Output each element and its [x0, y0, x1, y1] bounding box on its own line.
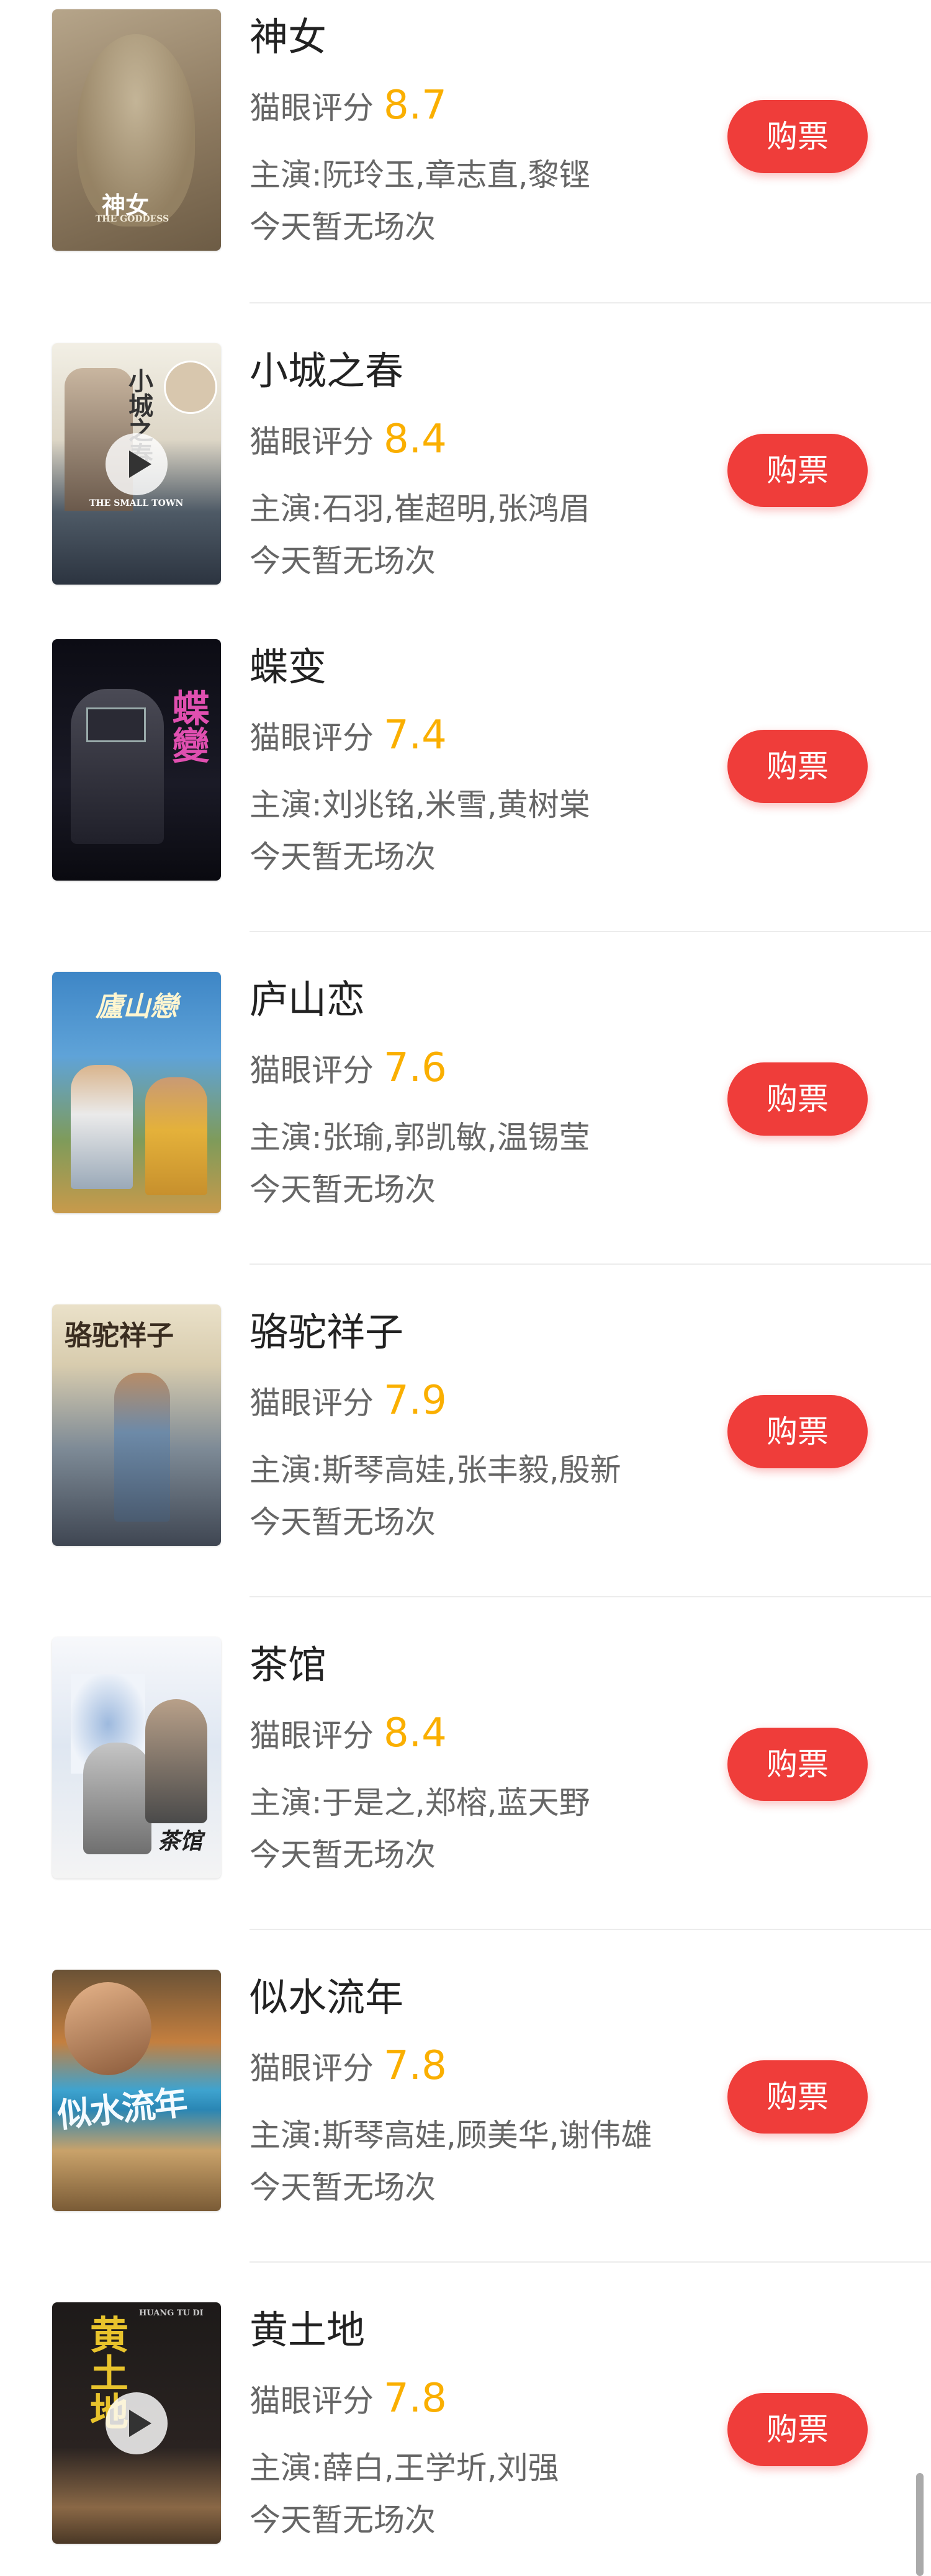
divider	[250, 2261, 931, 2263]
movie-cast: 主演:斯琴高娃,顾美华,谢伟雄	[250, 2117, 652, 2153]
buy-ticket-button[interactable]: 购票	[727, 2393, 868, 2466]
movie-cast: 主演:薛白,王学圻,刘强	[250, 2450, 559, 2486]
play-icon[interactable]	[106, 2392, 168, 2454]
movie-title[interactable]: 黄土地	[250, 2308, 365, 2353]
movie-cast: 主演:石羽,崔超明,张鸿眉	[250, 491, 590, 527]
movie-cast: 主演:斯琴高娃,张丰毅,殷新	[250, 1452, 621, 1488]
score-value: 7.8	[384, 2376, 447, 2421]
divider	[250, 1263, 931, 1265]
buy-ticket-button[interactable]: 购票	[727, 434, 868, 507]
movie-poster[interactable]: 茶馆	[52, 1637, 221, 1878]
play-icon[interactable]	[106, 433, 168, 495]
buy-ticket-button[interactable]: 购票	[727, 1728, 868, 1801]
buy-ticket-button[interactable]: 购票	[727, 1395, 868, 1468]
score-label: 猫眼评分	[250, 720, 374, 756]
buy-ticket-button[interactable]: 购票	[727, 100, 868, 173]
score-label: 猫眼评分	[250, 1718, 374, 1754]
poster-subtitle: THE SMALL TOWN	[89, 498, 184, 508]
score-row: 猫眼评分 7.4	[250, 716, 447, 756]
poster-subtitle: HUANG TU DI	[139, 2309, 204, 2318]
poster-title: 骆驼祥子	[65, 1320, 174, 1352]
showtime-status: 今天暂无场次	[250, 1172, 436, 1208]
score-value: 8.4	[384, 1710, 447, 1756]
movie-cast: 主演:于是之,郑榕,蓝天野	[250, 1785, 590, 1821]
divider	[250, 1929, 931, 1930]
score-value: 8.4	[384, 416, 447, 462]
showtime-status: 今天暂无场次	[250, 2502, 436, 2538]
poster-title: 廬山戀	[96, 991, 178, 1023]
score-value: 7.4	[384, 712, 447, 758]
movie-poster[interactable]: 小城之春 THE SMALL TOWN	[52, 343, 221, 585]
movie-poster[interactable]: 廬山戀	[52, 972, 221, 1213]
movie-cast: 主演:张瑜,郭凯敏,温锡莹	[250, 1120, 590, 1156]
movie-poster[interactable]: 神女 THE GODDESS	[52, 9, 221, 251]
score-row: 猫眼评分 7.6	[250, 1048, 447, 1089]
showtime-status: 今天暂无场次	[250, 1837, 436, 1873]
movie-poster[interactable]: 蝶變	[52, 639, 221, 881]
movie-title[interactable]: 神女	[250, 15, 326, 60]
score-label: 猫眼评分	[250, 2383, 374, 2419]
score-label: 猫眼评分	[250, 424, 374, 460]
score-value: 7.8	[384, 2043, 447, 2089]
score-row: 猫眼评分 7.8	[250, 2379, 447, 2420]
movie-poster[interactable]: 骆驼祥子	[52, 1304, 221, 1546]
movie-title[interactable]: 茶馆	[250, 1643, 326, 1687]
buy-ticket-button[interactable]: 购票	[727, 1062, 868, 1136]
showtime-status: 今天暂无场次	[250, 1504, 436, 1540]
movie-cast: 主演:刘兆铭,米雪,黄树棠	[250, 787, 590, 823]
showtime-status: 今天暂无场次	[250, 543, 436, 579]
score-row: 猫眼评分 8.4	[250, 420, 447, 460]
buy-ticket-button[interactable]: 购票	[727, 730, 868, 803]
showtime-status: 今天暂无场次	[250, 839, 436, 875]
divider	[250, 1596, 931, 1597]
score-value: 7.6	[384, 1045, 447, 1091]
movie-title[interactable]: 骆驼祥子	[250, 1310, 403, 1355]
movie-title[interactable]: 小城之春	[250, 349, 403, 393]
score-row: 猫眼评分 8.7	[250, 86, 447, 127]
movie-title[interactable]: 似水流年	[250, 1975, 403, 2020]
score-value: 7.9	[384, 1378, 447, 1424]
poster-subtitle: THE GODDESS	[96, 214, 169, 224]
score-row: 猫眼评分 8.4	[250, 1713, 447, 1754]
scrollbar[interactable]	[916, 2473, 924, 2576]
buy-ticket-button[interactable]: 购票	[727, 2060, 868, 2134]
score-value: 8.7	[384, 83, 447, 128]
score-label: 猫眼评分	[250, 1052, 374, 1088]
movie-title[interactable]: 庐山恋	[250, 977, 365, 1022]
showtime-status: 今天暂无场次	[250, 209, 436, 245]
score-label: 猫眼评分	[250, 1385, 374, 1421]
showtime-status: 今天暂无场次	[250, 2170, 436, 2206]
score-row: 猫眼评分 7.9	[250, 1381, 447, 1422]
poster-title: 似水流年	[55, 2082, 189, 2135]
poster-title: 茶馆	[158, 1828, 203, 1854]
score-label: 猫眼评分	[250, 2050, 374, 2086]
movie-title[interactable]: 蝶变	[250, 645, 326, 689]
movie-poster[interactable]: 黄土地 HUANG TU DI	[52, 2302, 221, 2544]
movie-cast: 主演:阮玲玉,章志直,黎铿	[250, 157, 590, 193]
score-label: 猫眼评分	[250, 90, 374, 126]
movie-poster[interactable]: 似水流年	[52, 1970, 221, 2211]
poster-title: 蝶變	[166, 689, 209, 763]
divider	[250, 931, 931, 932]
divider	[250, 302, 931, 303]
score-row: 猫眼评分 7.8	[250, 2046, 447, 2087]
